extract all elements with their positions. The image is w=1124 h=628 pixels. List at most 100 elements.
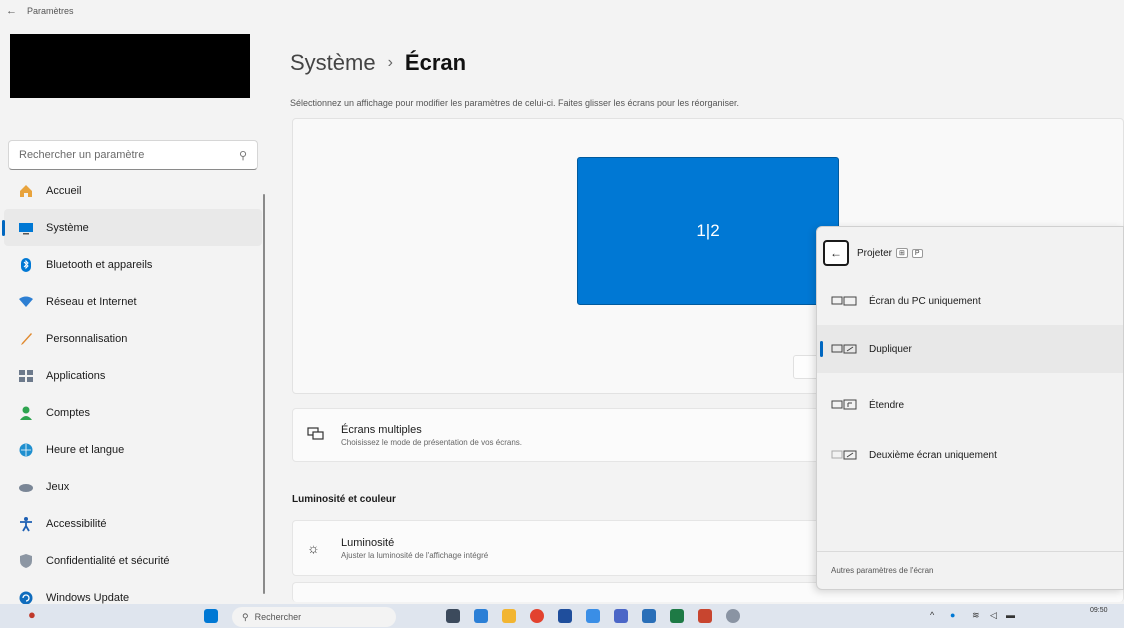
monitor-tile[interactable]: 1|2 [577,157,839,305]
sidebar-item-bluetooth[interactable]: Bluetooth et appareils [4,246,262,283]
network-icon [18,294,34,310]
weather-widget-icon[interactable]: ● [28,607,36,622]
project-option-duplicate[interactable]: Dupliquer [817,325,1123,373]
multi-display-icon [307,426,327,444]
breadcrumb-parent-link[interactable]: Système [290,50,376,76]
option-label: Étendre [869,399,905,411]
sidebar-item-accessibilite[interactable]: Accessibilité [4,505,262,542]
sidebar-item-label: Confidentialité et sécurité [46,554,170,567]
clock-time: 09:50 [1090,607,1108,614]
page-title: Écran [404,50,467,75]
sidebar-item-comptes[interactable]: Comptes [4,394,262,431]
title-bar: ← Paramètres [0,0,1124,22]
pc-screen-only-icon [831,294,859,308]
option-label: Écran du PC uniquement [869,295,981,307]
sidebar-item-label: Applications [46,369,106,382]
sidebar-item-confidentialite[interactable]: Confidentialité et sécurité [4,542,262,579]
section-heading: Luminosité et couleur [292,494,396,505]
option-label: Deuxième écran uniquement [869,449,997,461]
extend-icon [831,398,859,412]
sidebar-item-applications[interactable]: Applications [4,357,262,394]
window-title: Paramètres [27,6,74,16]
project-option-extend[interactable]: Étendre [817,381,1123,429]
brush-icon [18,331,34,347]
flyout-header: ← Projeter ⊞ P [817,235,1123,271]
sidebar-item-accueil[interactable]: Accueil [4,172,262,209]
project-option-second-screen-only[interactable]: Deuxième écran uniquement [817,431,1123,479]
option-label: Dupliquer [869,343,912,355]
sidebar-item-label: Bluetooth et appareils [46,258,153,271]
card-title: Écrans multiples [341,423,422,436]
page-subtitle: Sélectionnez un affichage pour modifier … [290,98,740,108]
card-description: Choisissez le mode de présentation de vo… [341,437,522,447]
excel-icon[interactable] [670,609,684,623]
chrome-icon[interactable] [530,609,544,623]
brightness-sun-icon: ☼ [307,540,320,556]
p-key-badge: P [911,248,923,258]
copilot-icon[interactable] [474,609,488,623]
sidebar-item-label: Jeux [46,480,70,493]
settings-gear-icon[interactable] [726,609,740,623]
gamepad-icon [18,479,34,495]
chevron-up-icon[interactable]: ^ [930,610,934,620]
sidebar-item-label: Réseau et Internet [46,295,137,308]
sidebar: Rechercher un paramètre ⚲ Accueil Systèm… [0,22,270,604]
sidebar-nav: Accueil Système Bluetooth et appareils R… [0,172,270,616]
sidebar-item-jeux[interactable]: Jeux [4,468,262,505]
search-icon: ⚲ [238,149,247,162]
taskbar-search-input[interactable]: ⚲ Rechercher [232,607,396,627]
store-icon[interactable] [558,609,572,623]
teams-icon[interactable] [614,609,628,623]
windows-key-badge: ⊞ [896,248,908,258]
accounts-icon [18,405,34,421]
monitor-number-label: 1|2 [696,221,720,240]
battery-icon[interactable]: ▬ [1006,610,1015,620]
accessibility-icon [18,516,34,532]
volume-icon[interactable]: ◁ [990,610,997,621]
card-description: Ajuster la luminosité de l'affichage int… [341,550,489,560]
taskbar: ● ⚲ Rechercher ^ ● ≋ ◁ ▬ 09:50 [0,604,1124,628]
settings-search-input[interactable]: Rechercher un paramètre ⚲ [8,140,258,170]
start-button-icon[interactable] [204,609,218,623]
more-display-settings-link[interactable]: Autres paramètres de l'écran [817,551,1123,589]
sidebar-item-label: Accueil [46,184,82,197]
sidebar-scrollbar[interactable] [263,194,265,594]
sidebar-item-label: Système [46,221,89,234]
globe-icon [18,442,34,458]
task-view-icon[interactable] [446,609,460,623]
powerpoint-icon[interactable] [698,609,712,623]
project-option-pc-only[interactable]: Écran du PC uniquement [817,277,1123,325]
sidebar-item-reseau[interactable]: Réseau et Internet [4,283,262,320]
card-title: Luminosité [341,536,395,549]
sidebar-item-systeme[interactable]: Système [2,209,262,246]
sidebar-item-label: Heure et langue [46,443,125,456]
duplicate-icon [831,342,859,356]
home-icon [18,183,34,199]
clock[interactable]: 09:50 [1090,606,1108,615]
search-icon: ⚲ [242,611,249,622]
flyout-title: Projeter [857,247,893,259]
app-icon[interactable] [586,609,600,623]
account-profile-block[interactable] [10,34,250,98]
sidebar-item-label: Accessibilité [46,517,107,530]
search-placeholder: Rechercher un paramètre [19,149,145,161]
system-icon [18,220,34,236]
taskbar-search-placeholder: Rechercher [254,612,302,622]
sidebar-item-label: Personnalisation [46,332,128,345]
sidebar-item-label: Comptes [46,406,91,419]
flyout-back-button[interactable]: ← [823,240,849,266]
project-flyout: ← Projeter ⊞ P Écran du PC uniquement Du… [816,226,1124,590]
bluetooth-icon [18,257,34,273]
sidebar-item-personnalisation[interactable]: Personnalisation [4,320,262,357]
onedrive-icon[interactable]: ● [950,610,955,620]
back-arrow-icon[interactable]: ← [6,5,17,17]
breadcrumb-separator: › [387,54,393,71]
apps-icon [18,368,34,384]
shield-icon [18,553,34,569]
wifi-icon[interactable]: ≋ [972,610,980,621]
outlook-icon[interactable] [642,609,656,623]
file-explorer-icon[interactable] [502,609,516,623]
sidebar-item-heure[interactable]: Heure et langue [4,431,262,468]
sidebar-item-label: Windows Update [46,591,130,604]
breadcrumb: Système › Écran [290,50,466,76]
